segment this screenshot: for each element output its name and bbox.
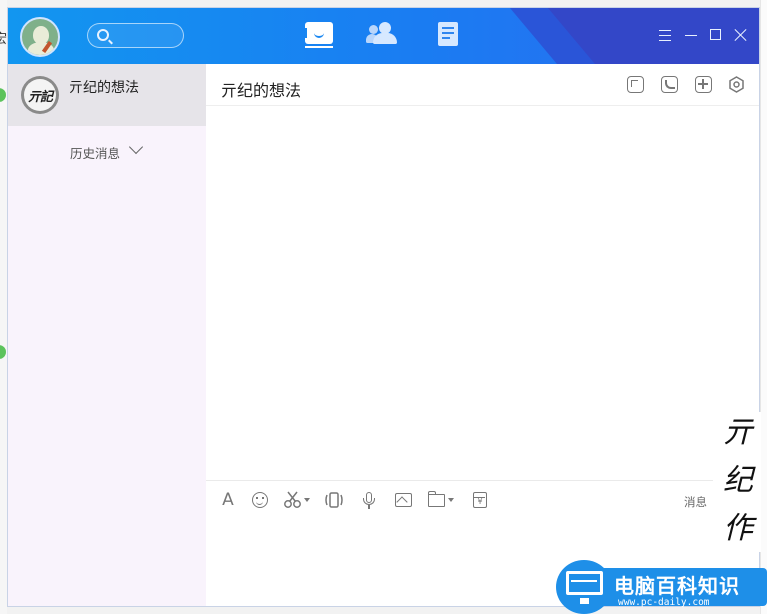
handwritten-watermark: 亓 纪 作 [713, 412, 761, 552]
active-tab-indicator [305, 46, 333, 48]
background-desktop-right [760, 0, 767, 614]
menu-icon [659, 40, 671, 41]
minimize-button[interactable] [684, 28, 698, 42]
chat-window: 亓記 亓纪的想法 历史消息 亓纪的想法 A ¥ 消息 [7, 7, 760, 607]
chevron-down-icon[interactable] [128, 139, 144, 155]
document-line [442, 37, 450, 39]
site-name: 电脑百科知识 [614, 574, 740, 598]
maximize-icon [710, 29, 721, 40]
document-line [442, 27, 454, 29]
emoji-face [252, 492, 268, 508]
image-icon[interactable] [393, 491, 413, 509]
yen-glyph: ¥ [477, 497, 483, 506]
close-button[interactable] [734, 28, 748, 42]
handwritten-char: 亓 [723, 415, 753, 450]
tab-apps[interactable] [435, 22, 465, 48]
chat-header: 亓纪的想法 [206, 64, 759, 106]
contacts-icon [373, 33, 397, 44]
history-messages-link[interactable]: 历史消息 [70, 143, 120, 162]
mic-foot [368, 505, 370, 509]
menu-icon [659, 30, 671, 31]
conversation-avatar: 亓記 [21, 76, 59, 114]
input-toolbar: A ¥ 消息 [206, 480, 759, 518]
document-line [442, 32, 454, 34]
document-icon [438, 22, 458, 46]
screen: 宏 亓記 亓纪的想法 历史消息 亓纪的想法 A ¥ 消息 亓 纪 作 电脑百科知… [0, 0, 767, 614]
chat-title: 亓纪的想法 [221, 81, 302, 100]
site-watermark-logo: 电脑百科知识 www.pc-daily.com [556, 558, 767, 614]
online-dot [0, 345, 6, 359]
folder-body [428, 494, 445, 507]
red-packet-envelope: ¥ [473, 492, 487, 508]
message-area[interactable] [206, 106, 759, 480]
contacts-icon [369, 25, 378, 34]
emoji-icon[interactable] [250, 491, 270, 509]
background-desktop-left: 宏 [0, 0, 7, 614]
background-text: 宏 [0, 32, 8, 47]
monitor-stand [580, 598, 589, 604]
shake-icon[interactable] [324, 491, 344, 509]
menu-button[interactable] [658, 28, 672, 42]
red-packet-icon[interactable]: ¥ [470, 491, 490, 509]
titlebar[interactable] [8, 8, 759, 64]
avatar-logo-text: 亓記 [27, 90, 53, 105]
conversation-item[interactable]: 亓記 亓纪的想法 [8, 64, 206, 126]
monitor-icon [566, 571, 603, 595]
user-avatar[interactable] [20, 17, 60, 57]
minimize-icon [685, 35, 697, 36]
site-url: www.pc-daily.com [618, 597, 710, 608]
maximize-button[interactable] [709, 28, 723, 42]
handwritten-char: 纪 [723, 463, 753, 498]
screenshot-icon[interactable] [283, 491, 311, 509]
tab-messages[interactable] [305, 22, 335, 48]
pulse-line [571, 580, 597, 582]
conversation-list: 亓記 亓纪的想法 历史消息 [8, 64, 206, 606]
mic-stand [363, 498, 375, 505]
voice-icon[interactable] [359, 491, 379, 509]
add-member-icon[interactable] [695, 76, 712, 93]
font-icon[interactable]: A [218, 491, 238, 509]
share-screen-icon[interactable] [627, 76, 644, 93]
tab-contacts[interactable] [366, 22, 398, 48]
online-dot [0, 88, 6, 102]
dropdown-caret [304, 498, 310, 502]
search-input[interactable] [87, 23, 184, 48]
dropdown-caret [448, 498, 454, 502]
menu-icon [659, 35, 671, 36]
file-icon[interactable] [428, 491, 456, 509]
search-icon [97, 29, 109, 41]
message-record-link[interactable]: 消息 [684, 494, 707, 510]
settings-icon[interactable] [728, 76, 745, 93]
conversation-name: 亓纪的想法 [69, 80, 139, 96]
handwritten-char: 作 [723, 511, 753, 546]
voice-call-icon[interactable] [661, 76, 678, 93]
